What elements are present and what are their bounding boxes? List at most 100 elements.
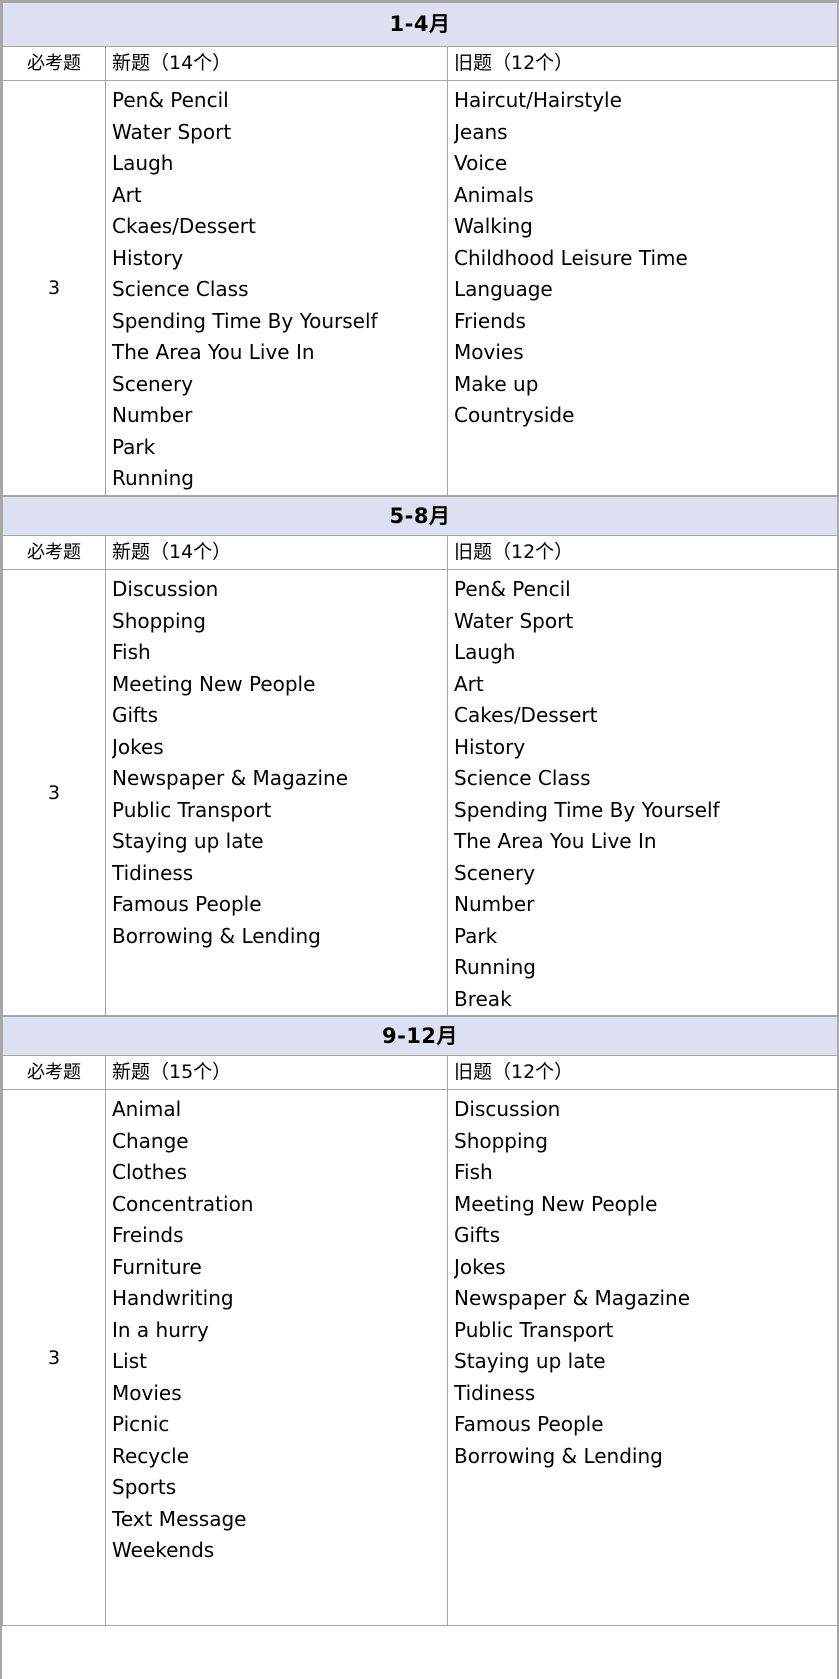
new-topics-cell-1: Pen& Pencil Water Sport Laugh Art Ckaes/Dess… [105,80,448,496]
topic-item: Running [454,955,536,979]
topic-item: Make up [454,371,539,396]
header-old-1: 旧题（12个） [446,46,839,81]
topic-item: Meeting New People [112,671,316,696]
topic-item: Science Class [454,766,591,790]
topic-item: Water Sport [454,608,574,633]
topic-item: Recycle [112,1443,189,1468]
topic-body-row-2: 3 Discussion Shopping Fish Meeting New Peop… [2,569,839,1016]
topic-item: Concentration [112,1191,254,1216]
season-banner-2: 5-8月 [1,496,839,536]
topic-item: Science Class [112,277,249,301]
season-block-1: 1-4月 必考题 新题（14个） 旧题（12个） 3 Pen& Pencil Wa… [1,2,839,496]
column-header-row-2: 必考题 新题（14个） 旧题（12个） [2,535,839,570]
topic-item: Friends [454,308,526,333]
topic-item: Clothes [112,1160,187,1184]
topic-item: Famous People [112,892,262,916]
topic-item: In a hurry [112,1317,209,1342]
topic-item: Laugh [454,640,516,664]
topic-item: Picnic [112,1412,170,1436]
topic-item: Art [454,671,484,696]
topic-item: Handwriting [112,1286,234,1310]
topic-item: Countryside [454,403,575,427]
topic-item: Jokes [454,1254,506,1279]
season-banner-row: 1-4月 [1,2,839,47]
topic-item: Public Transport [454,1317,614,1342]
topic-item: Public Transport [112,797,272,822]
season-banner-row: 5-8月 [1,496,839,536]
column-header-row-1: 必考题 新题（14个） 旧题（12个） [2,46,839,81]
topic-item: Freinds [112,1223,184,1247]
topic-item: Number [454,892,535,916]
topic-item: Borrowing & Lending [112,923,321,948]
topic-item: Scenery [454,860,536,885]
topic-item: Childhood Leisure Time [454,245,688,270]
topic-item: Meeting New People [454,1191,658,1216]
header-old-3: 旧题（12个） [447,1055,838,1090]
topic-body-row-3: 3 Animal Change Clothes Concentration Freind… [2,1089,838,1626]
topic-item: Spending Time By Yourself [112,308,378,333]
new-topics-list-2: Discussion Shopping Fish Meeting New People… [107,571,447,953]
topic-item: Fish [454,1160,493,1184]
topic-item: Break [454,986,512,1011]
topic-item: Number [112,403,193,427]
topic-item: Shopping [454,1128,548,1153]
topic-item: Park [112,434,156,459]
topic-item: Laugh [112,151,174,175]
topic-item: Walking [454,214,533,238]
season-banner-1: 1-4月 [1,2,839,47]
topic-item: Tidiness [454,1380,536,1405]
column-header-row-3: 必考题 新题（15个） 旧题（12个） [2,1055,838,1090]
topic-item: Scenery [112,371,194,396]
header-must-2: 必考题 [2,535,106,570]
topic-item: Jokes [112,734,164,759]
topic-item: Furniture [112,1254,202,1279]
new-topics-list-1: Pen& Pencil Water Sport Laugh Art Ckaes/Dess… [107,82,447,495]
must-count-2: 3 [2,569,106,1016]
header-old-2: 旧题（12个） [446,535,839,570]
season-block-2: 5-8月 必考题 新题（14个） 旧题（12个） 3 Discussion Sho… [1,496,839,1016]
topic-item: Running [112,466,194,490]
topic-item: Change [112,1128,189,1153]
topic-item: Weekends [112,1538,215,1562]
topic-item: Gifts [454,1223,501,1247]
season-banner-3: 9-12月 [2,1016,838,1056]
header-must-1: 必考题 [2,46,106,81]
topic-body-row-1: 3 Pen& Pencil Water Sport Laugh Art Ckaes/De… [2,80,839,496]
new-topics-cell-3: Animal Change Clothes Concentration Freinds F… [105,1089,448,1626]
topic-item: Newspaper & Magazine [112,766,349,790]
topic-item: Newspaper & Magazine [454,1286,691,1310]
topic-item: History [454,734,526,759]
topic-item: Movies [454,340,524,364]
topic-item: Haircut/Hairstyle [454,88,622,112]
header-new-2: 新题（14个） [105,535,448,570]
topic-item: Language [454,277,553,301]
topic-item: Art [112,182,142,207]
topic-item: Animals [454,182,534,207]
new-topics-list-3: Animal Change Clothes Concentration Freinds F… [107,1091,447,1567]
topic-item: Staying up late [112,829,264,853]
topic-item: Famous People [454,1412,604,1436]
topic-item: Water Sport [112,119,232,144]
old-topics-list-2: Pen& Pencil Water Sport Laugh Art Cakes/Dess… [449,571,837,1015]
old-topics-cell-3: Discussion Shopping Fish Meeting New People… [447,1089,838,1626]
topic-item: Fish [112,640,151,664]
topic-item: Ckaes/Dessert [112,214,256,238]
topic-item: Movies [112,1380,182,1405]
header-new-1: 新题（14个） [105,46,448,81]
topic-item: Animal [112,1097,182,1121]
topic-item: Text Message [112,1506,247,1531]
must-count-3: 3 [2,1089,106,1626]
topic-item: List [112,1349,147,1373]
topic-table-sheet: 1-4月 必考题 新题（14个） 旧题（12个） 3 Pen& Pencil Wa… [0,0,839,1679]
topic-item: Sports [112,1475,177,1499]
topic-item: Tidiness [112,860,194,885]
topic-item: Borrowing & Lending [454,1443,663,1468]
topic-item: The Area You Live In [454,829,657,853]
topic-item: History [112,245,184,270]
season-banner-row: 9-12月 [2,1016,838,1056]
old-topics-list-1: Haircut/Hairstyle Jeans Voice Animals Walkin… [449,82,837,432]
topic-item: Voice [454,151,508,175]
topic-item: Staying up late [454,1349,606,1373]
old-topics-list-3: Discussion Shopping Fish Meeting New People… [449,1091,837,1473]
topic-item: Gifts [112,703,159,727]
